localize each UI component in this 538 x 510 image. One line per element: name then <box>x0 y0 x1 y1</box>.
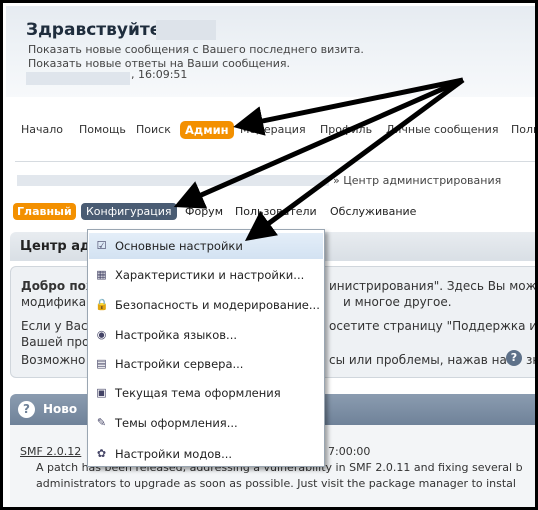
screenshot-frame: Здравствуйте, Показать новые сообщения с… <box>0 0 538 510</box>
annotation-arrows <box>173 77 465 241</box>
